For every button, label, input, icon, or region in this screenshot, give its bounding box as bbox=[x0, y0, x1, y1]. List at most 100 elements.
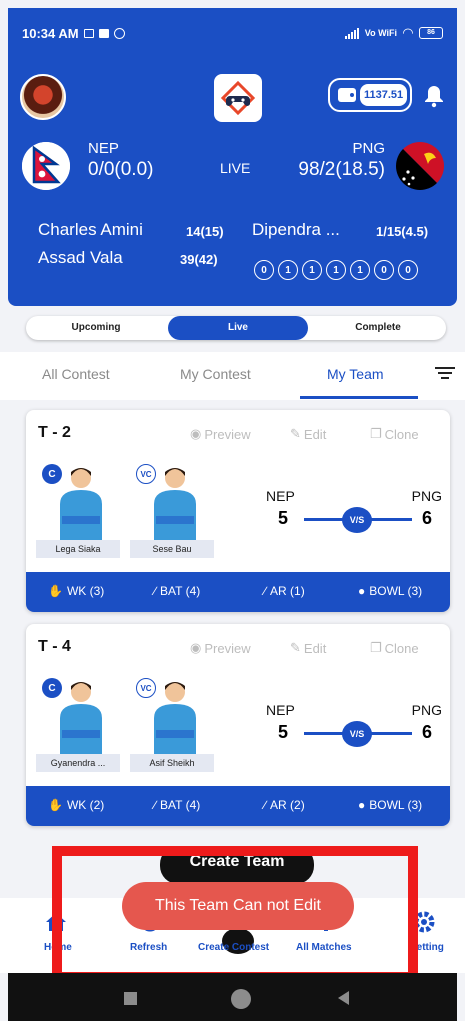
back-icon[interactable] bbox=[338, 991, 349, 1005]
batsman-2-name: Assad Vala bbox=[38, 248, 123, 267]
copy-icon: ❐ bbox=[370, 426, 382, 441]
gloves-icon: ✋ bbox=[48, 798, 63, 812]
home-icon bbox=[46, 913, 66, 931]
preview-button[interactable]: ◉ Preview bbox=[190, 426, 251, 442]
home-circle-icon[interactable] bbox=[231, 989, 251, 1009]
match-header: 10:34 AM Vo WiFi ◠ 86 1137.51 NEP 0/0(0.… bbox=[8, 8, 457, 306]
wk-label: WK (3) bbox=[66, 584, 105, 598]
batsman-1-runs: 14(15) bbox=[186, 224, 224, 239]
ar-label: AR (1) bbox=[270, 584, 305, 598]
role-summary: ✋ WK (3) ∕ BAT (4) ∕ AR (1) ● BOWL (3) bbox=[26, 572, 450, 612]
tab-my-contest[interactable]: My Contest bbox=[180, 366, 251, 382]
match-status: LIVE bbox=[220, 160, 251, 176]
ball-result: 1 bbox=[326, 260, 346, 280]
system-navigation-bar bbox=[8, 973, 457, 1021]
clone-button[interactable]: ❐ Clone bbox=[370, 640, 419, 656]
nav-setting[interactable]: Setting bbox=[410, 942, 444, 953]
edit-label: Edit bbox=[303, 640, 327, 656]
battery-level: 86 bbox=[427, 29, 435, 36]
preview-button[interactable]: ◉ Preview bbox=[190, 640, 251, 656]
status-time: 10:34 AM bbox=[22, 25, 79, 41]
team1-name: NEP bbox=[88, 140, 119, 157]
ar-count: ∕ AR (2) bbox=[264, 798, 305, 812]
edit-button[interactable]: ✎ Edit bbox=[290, 640, 326, 656]
captain-name: Gyanendra ... bbox=[36, 754, 120, 772]
bat-label: BAT (4) bbox=[160, 798, 201, 812]
team2-count: 6 bbox=[421, 722, 432, 742]
captain-player: C Gyanendra ... bbox=[36, 676, 122, 772]
network-label: Vo WiFi bbox=[364, 28, 397, 38]
batsman-2-runs: 39(42) bbox=[180, 252, 218, 267]
ball-result: 1 bbox=[278, 260, 298, 280]
user-avatar[interactable] bbox=[20, 74, 66, 120]
player-avatar-icon bbox=[154, 468, 196, 540]
all-rounder-icon: ∕ bbox=[264, 798, 267, 812]
ball-result: 1 bbox=[350, 260, 370, 280]
team1-count: 5 bbox=[278, 508, 289, 528]
team1-label: NEP bbox=[266, 488, 295, 504]
pencil-icon: ✎ bbox=[290, 426, 301, 441]
recent-balls: 0 1 1 1 1 0 0 bbox=[254, 260, 418, 280]
bowl-label: BOWL (3) bbox=[369, 584, 423, 598]
controller-logo-icon bbox=[220, 80, 256, 116]
filter-icon[interactable] bbox=[434, 364, 456, 384]
nav-refresh[interactable]: Refresh bbox=[130, 942, 167, 953]
wk-label: WK (2) bbox=[66, 798, 105, 812]
bowl-label: BOWL (3) bbox=[369, 798, 423, 812]
nav-create-contest[interactable]: Create Contest bbox=[198, 942, 269, 953]
wifi-icon: ◠ bbox=[403, 25, 413, 40]
player-avatar-icon bbox=[154, 682, 196, 754]
ball-result: 0 bbox=[374, 260, 394, 280]
tab-upcoming[interactable]: Upcoming bbox=[26, 316, 166, 340]
team2-count: 6 bbox=[421, 508, 432, 528]
team-card[interactable]: T - 4 ◉ Preview ✎ Edit ❐ Clone C Gyanendra … bbox=[26, 624, 450, 826]
tab-my-team[interactable]: My Team bbox=[327, 366, 384, 382]
team2-name: PNG bbox=[352, 140, 385, 157]
wk-count: ✋ WK (3) bbox=[48, 584, 104, 598]
ar-count: ∕ AR (1) bbox=[264, 584, 305, 598]
bell-icon[interactable] bbox=[424, 84, 444, 108]
tab-live[interactable]: Live bbox=[168, 316, 308, 340]
team1-count: 5 bbox=[278, 722, 289, 742]
ball-result: 0 bbox=[398, 260, 418, 280]
contest-tabs: All Contest My Contest My Team bbox=[0, 352, 465, 400]
bat-icon: ∕ bbox=[154, 798, 157, 812]
ball-result: 1 bbox=[302, 260, 322, 280]
bat-label: BAT (4) bbox=[160, 584, 201, 598]
screen-icon bbox=[83, 28, 94, 38]
png-flag-icon bbox=[396, 142, 444, 190]
ball-icon: ● bbox=[358, 798, 366, 812]
vs-badge: V/S bbox=[342, 507, 372, 533]
vice-captain-name: Sese Bau bbox=[130, 540, 214, 558]
player-avatar-icon bbox=[60, 682, 102, 754]
role-summary: ✋ WK (2) ∕ BAT (4) ∕ AR (2) ● BOWL (3) bbox=[26, 786, 450, 826]
active-tab-indicator bbox=[300, 396, 418, 399]
team1-score: 0/0(0.0) bbox=[88, 159, 154, 180]
vs-badge: V/S bbox=[342, 721, 372, 747]
team-card[interactable]: T - 2 ◉ Preview ✎ Edit ❐ Clone C Lega Siaka… bbox=[26, 410, 450, 612]
create-team-button[interactable]: Create Team bbox=[160, 846, 314, 884]
ar-label: AR (2) bbox=[270, 798, 305, 812]
wallet-icon bbox=[338, 88, 356, 102]
wk-count: ✋ WK (2) bbox=[48, 798, 104, 812]
recents-icon[interactable] bbox=[124, 992, 137, 1005]
ball-result: 0 bbox=[254, 260, 274, 280]
ball-icon: ● bbox=[358, 584, 366, 598]
eye-icon: ◉ bbox=[190, 426, 202, 441]
tab-complete[interactable]: Complete bbox=[310, 316, 446, 340]
tab-all-contest[interactable]: All Contest bbox=[42, 366, 110, 382]
team2-score: 98/2(18.5) bbox=[298, 159, 385, 180]
nav-all-matches[interactable]: All Matches bbox=[296, 942, 352, 953]
player-avatar-icon bbox=[60, 468, 102, 540]
team-title: T - 2 bbox=[38, 424, 71, 441]
wallet-button[interactable]: 1137.51 bbox=[328, 78, 412, 112]
edit-button[interactable]: ✎ Edit bbox=[290, 426, 326, 442]
team-split: NEP PNG 5 6 V/S bbox=[266, 488, 446, 548]
vice-captain-name: Asif Sheikh bbox=[130, 754, 214, 772]
app-logo bbox=[214, 74, 262, 122]
edit-label: Edit bbox=[303, 426, 327, 442]
signal-icon bbox=[344, 27, 359, 39]
clone-button[interactable]: ❐ Clone bbox=[370, 426, 419, 442]
copy-icon: ❐ bbox=[370, 640, 382, 655]
nav-home[interactable]: Home bbox=[44, 942, 72, 953]
